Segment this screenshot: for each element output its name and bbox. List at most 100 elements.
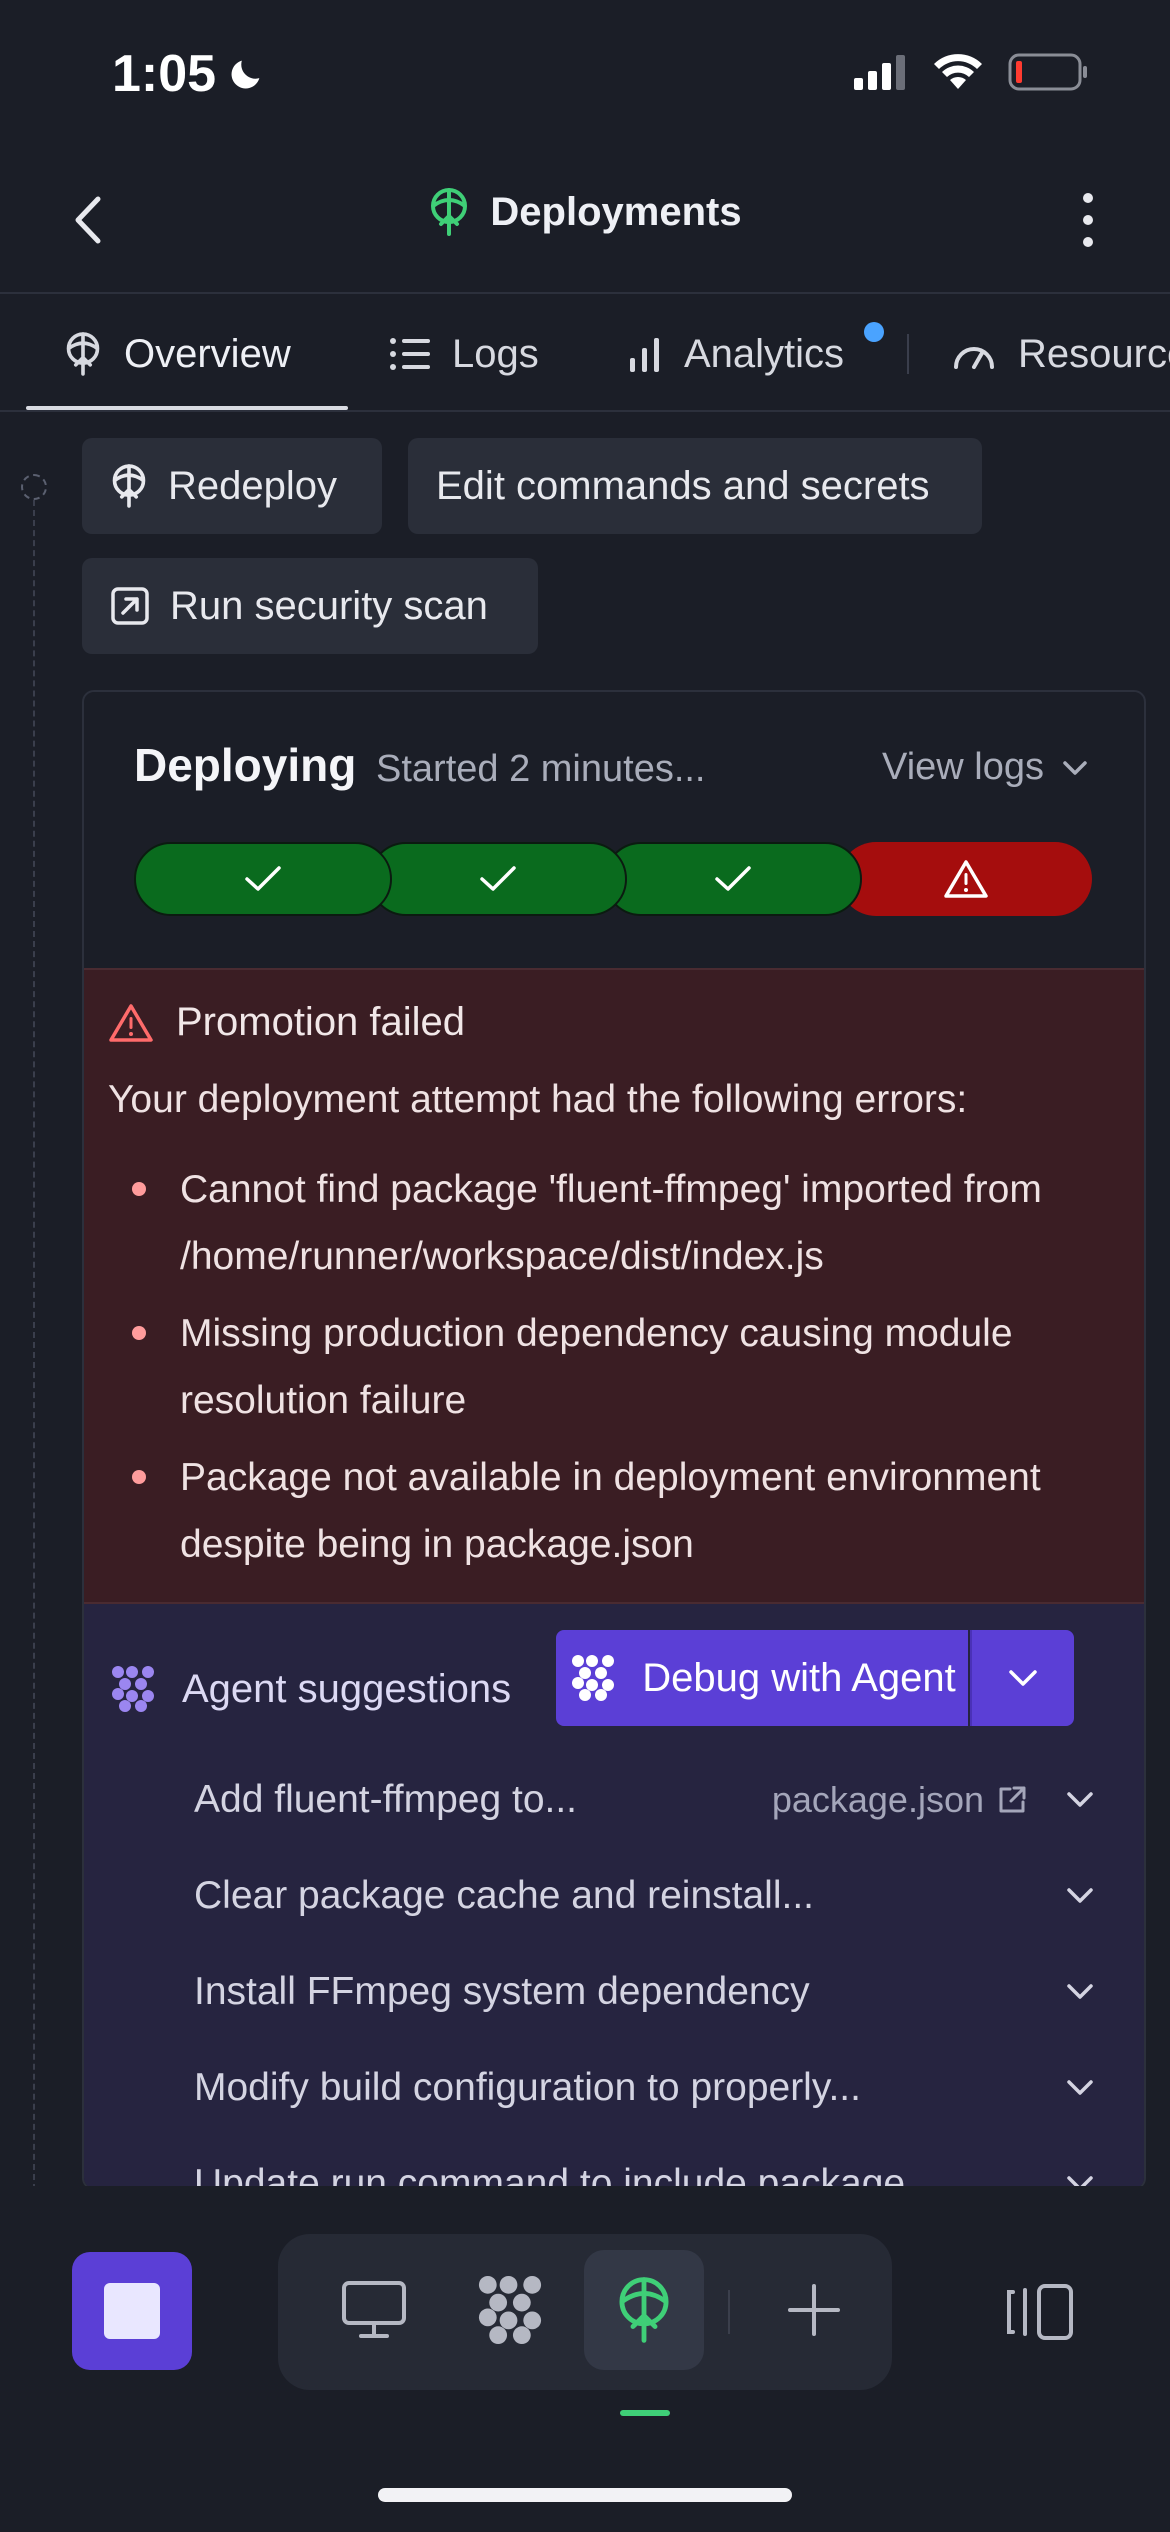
agent-button[interactable] [450, 2250, 570, 2370]
deploy-status: Deploying [134, 739, 357, 791]
step-error [839, 842, 1092, 916]
warning-icon [109, 1003, 153, 1042]
status-time: 1:05 [112, 44, 266, 104]
page-title: Deployments [0, 188, 1170, 236]
chevron-down-icon [1063, 760, 1087, 775]
agent-icon [572, 1655, 615, 1701]
deploy-icon [619, 2277, 669, 2343]
error-panel: Promotion failed Your deployment attempt… [84, 968, 1144, 1604]
button-label: View logs [882, 746, 1044, 788]
debug-dropdown-button[interactable] [970, 1630, 1074, 1726]
external-arrow-icon [111, 587, 149, 625]
deployment-card: Deploying Started 2 minutes... View logs [82, 690, 1146, 2190]
run-security-scan-button[interactable]: Run security scan [82, 558, 538, 654]
agent-suggestions-panel: Agent suggestions Debug with Agent Add f… [84, 1604, 1144, 2188]
timeline-node [21, 474, 47, 500]
deploy-started-time: Started 2 minutes... [376, 748, 706, 790]
agent-icon [478, 2275, 542, 2345]
panels-button[interactable] [990, 2262, 1090, 2362]
preview-button[interactable] [314, 2250, 434, 2370]
suggestion-text: Modify build configuration to properly..… [194, 2066, 861, 2109]
suggestion-item[interactable]: Install FFmpeg system dependency [194, 1944, 1094, 2040]
deploy-icon [66, 332, 100, 376]
tab-logs[interactable]: Logs [390, 296, 539, 410]
chevron-down-icon [1067, 1984, 1093, 1999]
home-indicator [378, 2488, 792, 2502]
plus-icon [788, 2284, 840, 2336]
suggestion-item[interactable]: Clear package cache and reinstall... [194, 1848, 1094, 1944]
check-icon [245, 866, 281, 891]
suggestion-item[interactable]: Add fluent-ffmpeg to... package.json [194, 1752, 1094, 1848]
error-item: Cannot find package 'fluent-ffmpeg' impo… [108, 1156, 1118, 1290]
suggestion-item[interactable]: Update run command to include package... [194, 2136, 1094, 2188]
error-item: Package not available in deployment envi… [108, 1444, 1118, 1578]
agent-suggestions-title: Agent suggestions [108, 1664, 511, 1714]
suggestion-text: Install FFmpeg system dependency [194, 1970, 810, 2013]
button-label: Run security scan [170, 583, 488, 628]
bottom-dock [278, 2234, 892, 2390]
tab-label: Logs [452, 331, 539, 376]
chevron-down-icon [1067, 1888, 1093, 1903]
dock-divider [728, 2290, 730, 2334]
step-success [134, 842, 392, 916]
button-label: Edit commands and secrets [436, 463, 930, 508]
button-label: Debug with Agent [642, 1655, 956, 1700]
status-icons [852, 52, 1090, 92]
suggestion-text: Clear package cache and reinstall... [194, 1874, 815, 1917]
button-label: Redeploy [168, 463, 338, 508]
error-item: Missing production dependency causing mo… [108, 1300, 1118, 1434]
chevron-down-icon [1009, 1670, 1037, 1686]
wifi-icon [934, 54, 982, 89]
more-options-button[interactable] [1058, 180, 1118, 260]
deploy-icon [112, 464, 146, 508]
suggestion-item[interactable]: Modify build configuration to properly..… [194, 2040, 1094, 2136]
active-tab-indicator [620, 2410, 670, 2416]
tab-label: Analytics [684, 331, 845, 376]
battery-icon [1008, 53, 1087, 91]
error-intro: Your deployment attempt had the followin… [108, 1078, 968, 1121]
timeline-line [33, 500, 35, 2190]
deploy-progress [134, 842, 1092, 916]
list-icon [390, 338, 430, 370]
stop-button[interactable] [72, 2252, 192, 2370]
check-icon [715, 866, 751, 891]
deploy-icon [431, 188, 468, 236]
tab-label: Resources [1018, 331, 1170, 376]
chevron-down-icon [1067, 1792, 1093, 1807]
edit-commands-button[interactable]: Edit commands and secrets [408, 438, 982, 534]
file-link[interactable]: package.json [772, 1779, 1028, 1821]
debug-with-agent-button[interactable]: Debug with Agent [556, 1630, 968, 1726]
scroll-edge [0, 2186, 1170, 2200]
tab-bar: Overview Logs Analytics Resources [0, 296, 1170, 412]
warning-icon [943, 860, 988, 898]
gauge-icon [954, 347, 994, 369]
step-success [604, 842, 862, 916]
deployment-header: Deploying Started 2 minutes... View logs [84, 692, 1144, 968]
chevron-down-icon [1067, 2080, 1093, 2095]
tab-active-indicator [26, 406, 348, 410]
check-icon [480, 866, 516, 891]
tab-analytics[interactable]: Analytics [628, 296, 845, 410]
error-title-text: Promotion failed [176, 1000, 466, 1044]
tab-resources[interactable]: Resources [952, 296, 1170, 410]
deployments-button[interactable] [584, 2250, 704, 2370]
external-link-icon [999, 1786, 1026, 1813]
agent-title-text: Agent suggestions [182, 1666, 512, 1711]
signal-icon [854, 55, 905, 90]
file-name: package.json [771, 1779, 984, 1820]
error-title: Promotion failed [108, 1000, 465, 1045]
suggestion-text: Add fluent-ffmpeg to... [194, 1778, 578, 1821]
new-tab-button[interactable] [754, 2250, 874, 2370]
tab-divider [907, 334, 909, 374]
redeploy-button[interactable]: Redeploy [82, 438, 382, 534]
monitor-icon [342, 2281, 406, 2338]
panels-icon [1007, 2284, 1073, 2340]
bar-chart-icon [630, 338, 659, 372]
step-success [369, 842, 627, 916]
view-logs-button[interactable]: View logs [882, 746, 1088, 789]
error-list: Cannot find package 'fluent-ffmpeg' impo… [108, 1156, 1118, 1588]
notification-badge [864, 322, 884, 342]
tab-overview[interactable]: Overview [64, 296, 291, 410]
more-vertical-icon [1083, 193, 1093, 247]
tab-label: Overview [124, 331, 291, 376]
